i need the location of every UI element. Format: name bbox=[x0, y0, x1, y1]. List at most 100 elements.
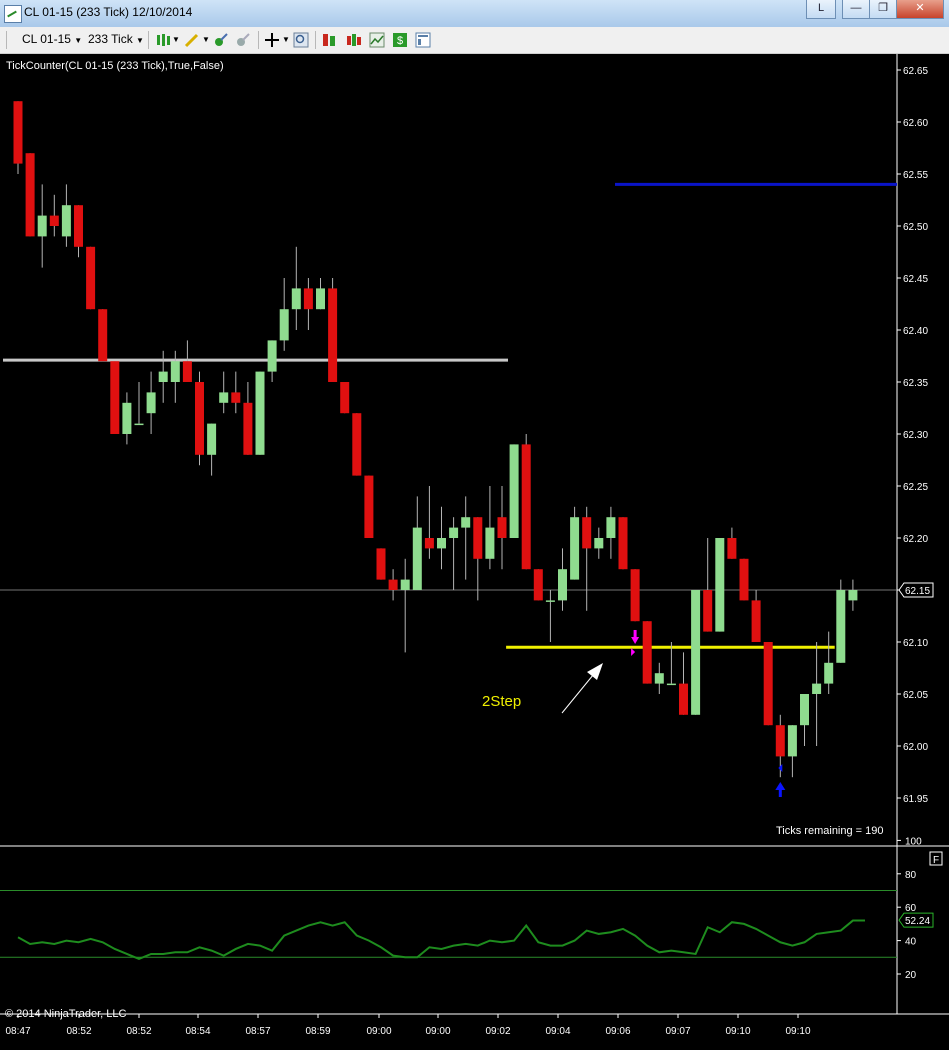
candle-body bbox=[800, 694, 809, 726]
minimize-button[interactable]: — bbox=[842, 0, 870, 19]
candle-body bbox=[122, 402, 132, 434]
candle-body bbox=[25, 153, 35, 237]
drawing-pencil-icon[interactable] bbox=[184, 32, 200, 48]
link-button[interactable]: L bbox=[806, 0, 836, 19]
candle-body bbox=[49, 215, 59, 226]
crosshair-icon[interactable] bbox=[264, 32, 280, 48]
orders-icon[interactable] bbox=[321, 32, 337, 48]
candle-body bbox=[303, 288, 313, 310]
candle-body bbox=[642, 621, 652, 684]
chart-svg[interactable]: 62.65 62.60 62.55 62.50 62.45 62.40 62.35 62.30… bbox=[0, 54, 949, 1050]
candle-body bbox=[316, 288, 325, 310]
price-panel: 62.65 62.60 62.55 62.50 62.45 62.40 62.35 62.30… bbox=[0, 54, 949, 1014]
signal-up-arrow-shaft bbox=[778, 789, 782, 797]
time-tick-label: 09:10 bbox=[725, 1026, 750, 1037]
candle-body bbox=[388, 579, 398, 590]
price-tick-label: 62.30 bbox=[903, 430, 928, 441]
minimize-icon: — bbox=[850, 2, 862, 14]
price-tick-label: 62.20 bbox=[903, 534, 928, 545]
window-titlebar: CL 01-15 (233 Tick) 12/10/2014 L — ❐ ✕ bbox=[0, 0, 949, 28]
instrument-label: CL 01-15 bbox=[22, 32, 71, 46]
candle-body bbox=[570, 517, 580, 580]
period-label: 233 Tick bbox=[88, 32, 133, 46]
chart-toolbar: CL 01-15 ▼ 233 Tick ▼ ▼ ▼ ▼ $ bbox=[0, 27, 949, 54]
time-tick-label: 09:07 bbox=[665, 1026, 690, 1037]
price-tick-label: 61.95 bbox=[903, 794, 928, 805]
chart-canvas[interactable]: 62.65 62.60 62.55 62.50 62.45 62.40 62.35 62.30… bbox=[0, 54, 949, 1050]
chevron-down-icon[interactable]: ▼ bbox=[202, 35, 210, 44]
time-tick-label: 09:00 bbox=[366, 1026, 391, 1037]
chart-style-icon[interactable] bbox=[369, 32, 385, 48]
toolbar-separator bbox=[315, 31, 316, 49]
candle-body bbox=[207, 423, 217, 455]
close-button[interactable]: ✕ bbox=[896, 0, 944, 19]
bar-type-icon[interactable] bbox=[155, 32, 171, 48]
candle-body bbox=[146, 392, 156, 414]
candle-body bbox=[170, 361, 180, 382]
time-tick-label: 09:00 bbox=[425, 1026, 450, 1037]
chevron-down-icon: ▼ bbox=[74, 36, 83, 45]
price-tick-label: 62.55 bbox=[903, 170, 928, 181]
signal-icon[interactable] bbox=[213, 32, 229, 48]
disabled-signal-icon[interactable] bbox=[235, 32, 251, 48]
candle-body bbox=[545, 600, 555, 602]
candle-body bbox=[558, 569, 567, 601]
candle-body bbox=[364, 475, 374, 538]
chevron-down-icon[interactable]: ▼ bbox=[172, 35, 180, 44]
candle-body bbox=[437, 538, 446, 549]
current-price-label: 62.15 bbox=[905, 586, 930, 597]
candle-body bbox=[473, 517, 483, 559]
indicator-title: TickCounter(CL 01-15 (233 Tick),True,Fal… bbox=[6, 60, 224, 72]
candle-body bbox=[812, 683, 822, 694]
candle-body bbox=[400, 579, 410, 590]
ticks-remaining-text: Ticks remaining = 190 bbox=[776, 825, 884, 837]
time-tick-label: 08:59 bbox=[305, 1026, 330, 1037]
price-tick-label: 62.05 bbox=[903, 690, 928, 701]
candle-body bbox=[352, 413, 362, 476]
price-tick-label: 62.60 bbox=[903, 118, 928, 129]
time-tick-label: 08:57 bbox=[245, 1026, 270, 1037]
svg-text:$: $ bbox=[397, 35, 403, 47]
candle-body bbox=[255, 371, 265, 455]
candle-body bbox=[291, 288, 301, 310]
price-tick-label: 62.10 bbox=[903, 638, 928, 649]
restore-button[interactable]: ❐ bbox=[869, 0, 897, 19]
time-tick-label: 08:52 bbox=[66, 1026, 91, 1037]
strategy-icon[interactable] bbox=[346, 32, 362, 48]
candle-body bbox=[376, 548, 386, 580]
properties-icon[interactable] bbox=[415, 32, 431, 48]
signal-small-marker bbox=[631, 648, 636, 656]
candle-body bbox=[509, 444, 519, 538]
candle-body bbox=[715, 538, 725, 632]
time-tick-label: 08:54 bbox=[185, 1026, 210, 1037]
candle-body bbox=[606, 517, 616, 538]
oscillator-panel: 100 80 60 40 20 52.24 bbox=[0, 836, 934, 981]
candle-body bbox=[13, 101, 23, 164]
candle-body bbox=[231, 392, 241, 403]
chevron-down-icon[interactable]: ▼ bbox=[282, 35, 290, 44]
candle-body bbox=[521, 444, 531, 570]
signal-up-arrow-head bbox=[775, 782, 786, 790]
period-selector[interactable]: 233 Tick ▼ bbox=[88, 32, 144, 46]
candle-body bbox=[703, 590, 713, 632]
zoom-icon[interactable] bbox=[293, 32, 309, 48]
candle-body bbox=[110, 361, 120, 434]
price-tick-label: 62.45 bbox=[903, 274, 928, 285]
candle-body bbox=[739, 558, 749, 601]
toolbar-separator bbox=[258, 31, 259, 49]
candle-body bbox=[134, 423, 144, 426]
candle-body bbox=[449, 527, 459, 538]
dollar-icon[interactable]: $ bbox=[392, 32, 408, 48]
candle-body bbox=[654, 673, 664, 684]
candle-body bbox=[848, 590, 858, 601]
candle-body bbox=[461, 517, 471, 528]
candle-body bbox=[37, 215, 47, 237]
candle-body bbox=[243, 402, 253, 455]
candle-body bbox=[279, 309, 289, 341]
chart-app-icon bbox=[4, 5, 22, 23]
candle-body bbox=[533, 569, 543, 601]
instrument-selector[interactable]: CL 01-15 ▼ bbox=[22, 32, 82, 46]
price-tick-label: 62.35 bbox=[903, 378, 928, 389]
candle-body bbox=[86, 246, 96, 310]
candle-body bbox=[666, 683, 676, 686]
